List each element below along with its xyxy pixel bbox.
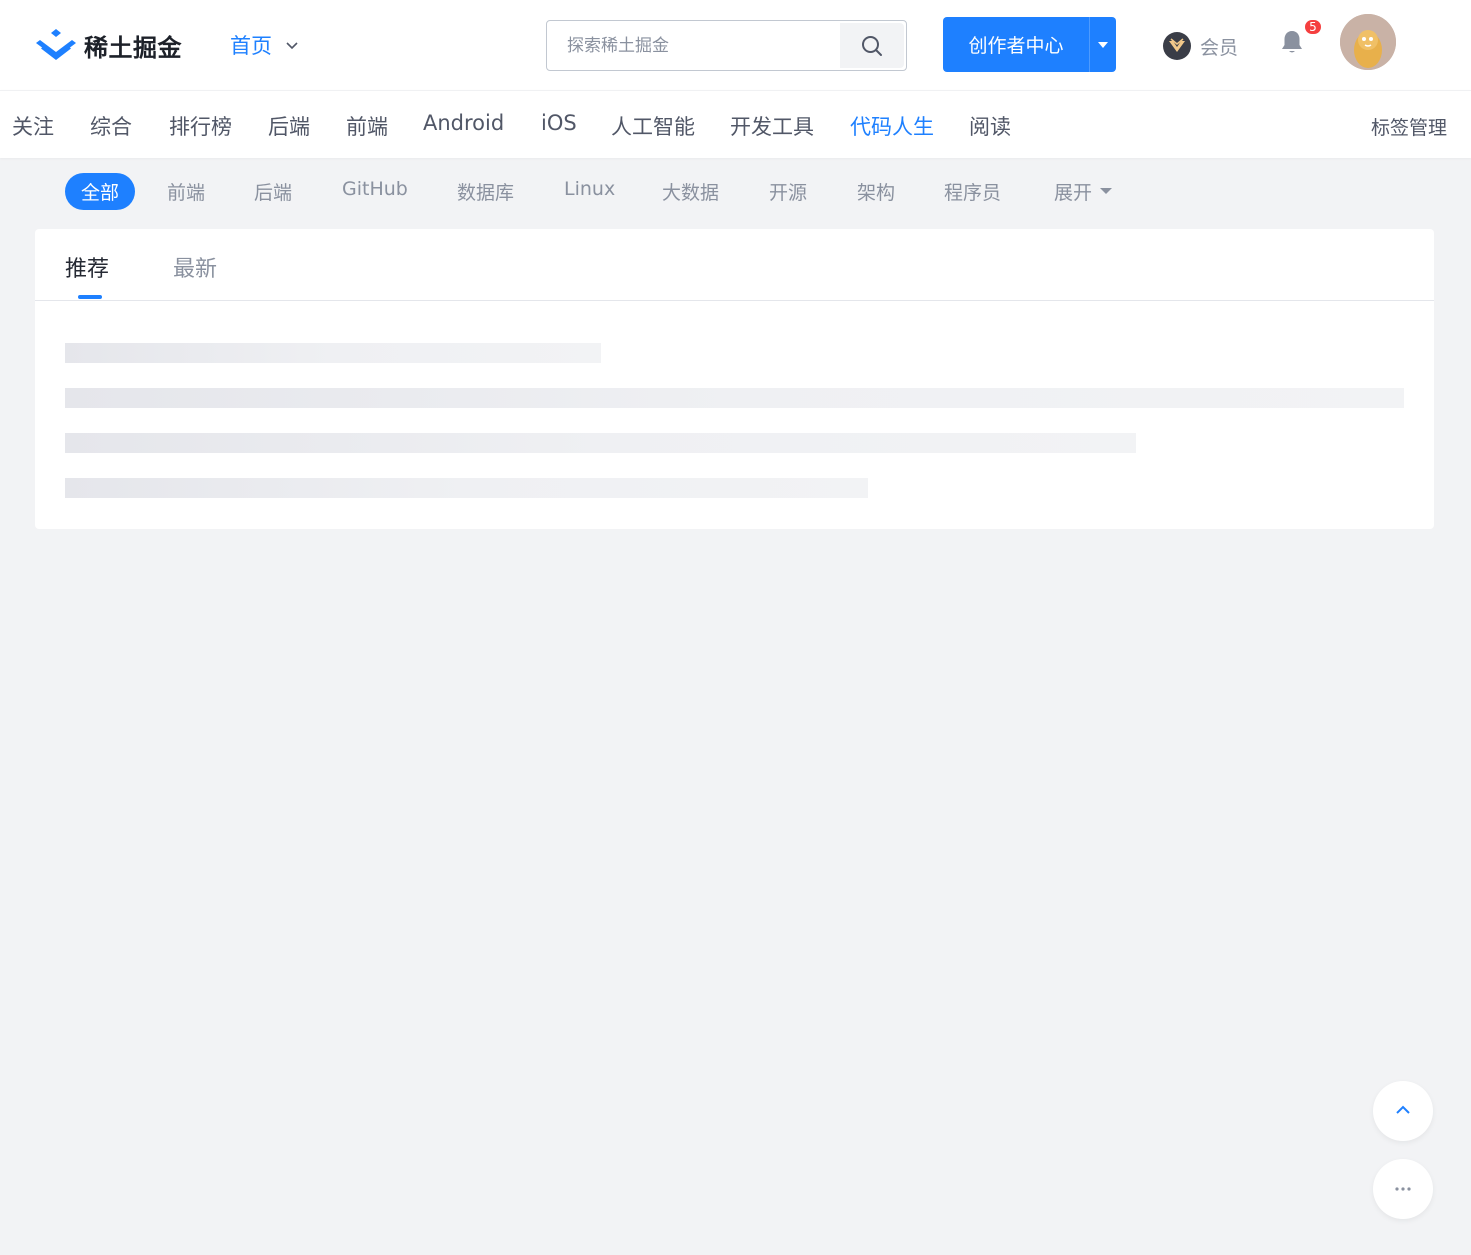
arrow-up-icon	[1396, 1105, 1410, 1114]
category-ai[interactable]: 人工智能	[611, 111, 695, 141]
top-header: 稀土掘金 首页 创作者中心 会员 5	[0, 0, 1471, 90]
expand-tags-button[interactable]: 展开	[1036, 172, 1130, 210]
tag-manage-link[interactable]: 标签管理	[1371, 113, 1447, 140]
subtag-database[interactable]: 数据库	[457, 178, 514, 205]
tab-recommended[interactable]: 推荐	[65, 251, 109, 283]
chevron-down-icon	[1098, 41, 1108, 48]
category-ranking[interactable]: 排行榜	[169, 111, 232, 141]
creator-center-dropdown[interactable]	[1089, 17, 1116, 72]
search-input[interactable]	[549, 23, 841, 68]
vip-button[interactable]	[1157, 26, 1197, 66]
bell-icon	[1282, 31, 1302, 53]
category-code-life[interactable]: 代码人生	[850, 111, 934, 141]
category-backend[interactable]: 后端	[268, 111, 310, 141]
category-android[interactable]: Android	[423, 111, 504, 135]
skeleton-line	[65, 433, 1136, 453]
category-nav: 关注 综合 排行榜 后端 前端 Android iOS 人工智能 开发工具 代码…	[0, 90, 1471, 158]
category-ios[interactable]: iOS	[541, 111, 577, 135]
skeleton-line	[65, 343, 601, 363]
logo-text: 稀土掘金	[84, 33, 182, 62]
category-devtools[interactable]: 开发工具	[730, 111, 814, 141]
subtag-frontend[interactable]: 前端	[167, 178, 205, 205]
chevron-down-icon	[1100, 188, 1112, 194]
subtag-bigdata[interactable]: 大数据	[662, 178, 719, 205]
more-actions-button[interactable]	[1373, 1159, 1433, 1219]
category-general[interactable]: 综合	[90, 111, 132, 141]
user-avatar[interactable]	[1340, 14, 1396, 70]
notification-badge: 5	[1303, 18, 1323, 36]
skeleton-line	[65, 388, 1404, 408]
juejin-logo[interactable]: 稀土掘金	[34, 26, 182, 64]
subtag-programmer[interactable]: 程序员	[944, 178, 1001, 205]
category-follow[interactable]: 关注	[12, 111, 54, 141]
search-button[interactable]	[840, 23, 904, 68]
category-reading[interactable]: 阅读	[969, 111, 1011, 141]
feed-panel: 推荐 最新	[35, 229, 1434, 529]
nav-dropdown-arrow[interactable]	[285, 40, 299, 52]
expand-label: 展开	[1053, 181, 1092, 204]
vip-badge-icon	[1163, 32, 1191, 60]
subtag-all[interactable]: 全部	[65, 173, 135, 210]
vip-label[interactable]: 会员	[1200, 33, 1238, 60]
tab-latest[interactable]: 最新	[173, 251, 217, 283]
chevron-down-icon	[286, 42, 298, 50]
juejin-logo-icon	[36, 29, 76, 60]
subtag-architecture[interactable]: 架构	[857, 178, 895, 205]
subtag-linux[interactable]: Linux	[564, 178, 615, 200]
more-icon	[1395, 1187, 1411, 1191]
subtag-opensource[interactable]: 开源	[769, 178, 807, 205]
skeleton-line	[65, 478, 868, 498]
search-icon	[862, 35, 882, 56]
category-frontend[interactable]: 前端	[346, 111, 388, 141]
avatar-image	[1340, 14, 1396, 70]
active-tab-indicator	[78, 295, 102, 299]
feed-tabs: 推荐 最新	[35, 229, 1434, 301]
subtag-github[interactable]: GitHub	[342, 178, 408, 200]
creator-center-button[interactable]: 创作者中心	[943, 17, 1089, 72]
search-box	[546, 20, 907, 71]
nav-home-link[interactable]: 首页	[230, 30, 272, 60]
subtag-backend[interactable]: 后端	[254, 178, 292, 205]
back-to-top-button[interactable]	[1373, 1081, 1433, 1141]
